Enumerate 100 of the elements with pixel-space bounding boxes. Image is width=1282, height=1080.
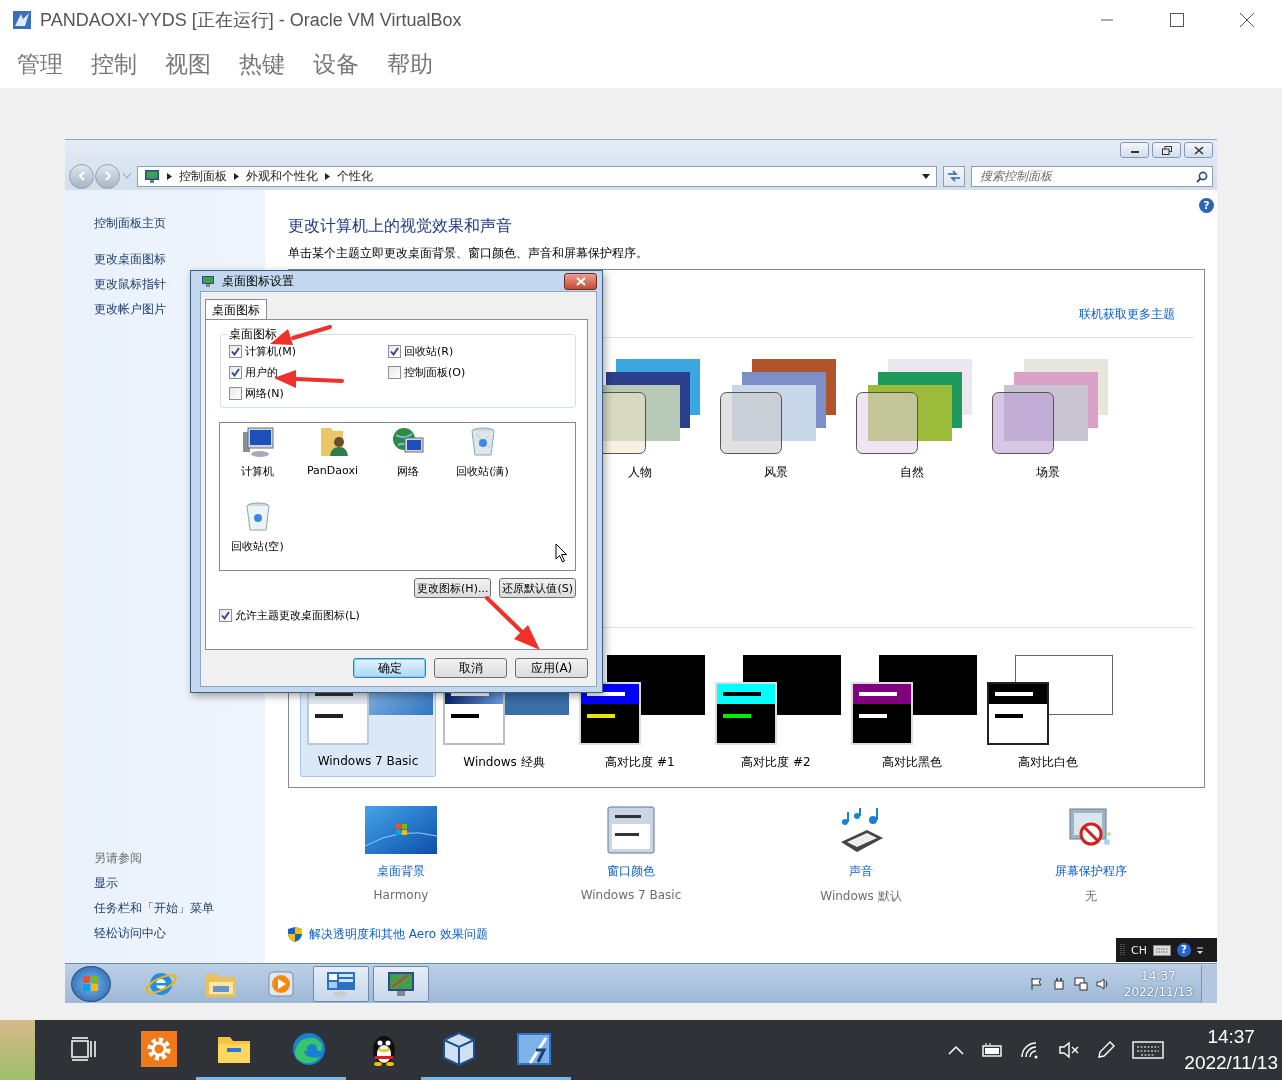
- checkbox-label[interactable]: 用户的: [245, 364, 278, 380]
- clock-time[interactable]: 14:37: [1207, 1024, 1255, 1050]
- icon-label[interactable]: 回收站(空): [231, 539, 284, 554]
- menu-item[interactable]: 控制: [91, 48, 137, 80]
- theme-name: 自然: [900, 464, 924, 481]
- sidebar-link[interactable]: 任务栏和「开始」菜单: [94, 896, 265, 921]
- close-icon: [1240, 13, 1254, 27]
- checkbox[interactable]: [388, 344, 401, 358]
- search-field[interactable]: 搜索控制面板: [971, 165, 1213, 187]
- icon-label[interactable]: 网络: [396, 464, 419, 479]
- search-icon[interactable]: [1196, 170, 1208, 183]
- computer-icon[interactable]: [241, 426, 274, 458]
- dialog-button[interactable]: 确定: [353, 658, 426, 678]
- setting-value: Windows 默认: [820, 888, 902, 905]
- plug-icon[interactable]: [1051, 976, 1066, 991]
- minimize-button[interactable]: [1120, 142, 1149, 158]
- checkbox-label[interactable]: 网络(N): [245, 385, 284, 401]
- restore-button[interactable]: [1152, 142, 1181, 158]
- menu-item[interactable]: 管理: [17, 48, 63, 80]
- monitor-icon: [144, 168, 160, 184]
- theme-item[interactable]: 高对比黑色: [844, 642, 980, 777]
- gear-icon: [140, 1030, 177, 1067]
- close-button[interactable]: [564, 272, 597, 290]
- mouse-cursor-icon: [555, 543, 568, 563]
- monitor-icon: [201, 274, 215, 288]
- windows-logo-icon: [83, 975, 99, 992]
- breadcrumb[interactable]: 外观和个性化: [246, 167, 318, 185]
- theme-name: 人物: [628, 464, 652, 481]
- sidebar-link[interactable]: 更改桌面图标: [94, 247, 265, 272]
- start-button[interactable]: [71, 965, 111, 1002]
- dialog-button[interactable]: 还原默认值(S): [499, 578, 576, 598]
- address-bar[interactable]: 控制面板 外观和个性化 个性化: [137, 165, 937, 187]
- theme-name: 高对比度 #1: [605, 754, 675, 771]
- setting-link[interactable]: 屏幕保护程序: [1055, 863, 1127, 880]
- menu-item[interactable]: 热键: [239, 48, 285, 80]
- caret-icon[interactable]: [922, 173, 930, 179]
- control-panel-icon: [326, 969, 356, 998]
- icon-label[interactable]: 回收站(满): [456, 464, 509, 479]
- dialog-button[interactable]: 更改图标(H)...: [414, 578, 492, 598]
- close-icon: [1193, 145, 1204, 155]
- sidebar-link[interactable]: 显示: [94, 871, 265, 896]
- keyboard-icon[interactable]: [1152, 944, 1171, 956]
- checkbox[interactable]: [229, 344, 242, 358]
- chevron-up-icon[interactable]: [948, 1045, 965, 1055]
- cube-icon: [442, 1031, 475, 1066]
- clock-date[interactable]: 2022/11/13: [1184, 1050, 1278, 1076]
- refresh-button[interactable]: [943, 165, 965, 187]
- pen-icon[interactable]: [1096, 1040, 1117, 1060]
- checkbox[interactable]: [229, 386, 242, 400]
- sidebar-link[interactable]: 控制面板主页: [94, 211, 265, 236]
- muted-speaker-icon[interactable]: [1058, 1041, 1081, 1059]
- theme-name: 高对比黑色: [882, 754, 942, 771]
- theme-item[interactable]: 高对比白色: [980, 642, 1116, 777]
- setting-value: 无: [1085, 888, 1097, 905]
- theme-item[interactable]: 高对比度 #2: [708, 642, 844, 777]
- checkbox[interactable]: [219, 608, 232, 622]
- setting-link[interactable]: 桌面背景: [377, 863, 425, 880]
- theme-item[interactable]: 风景: [708, 359, 844, 481]
- battery-icon[interactable]: [980, 1042, 1005, 1058]
- icon-label[interactable]: 计算机: [241, 464, 274, 479]
- online-themes-link[interactable]: 联机获取更多主题: [1079, 306, 1175, 323]
- vm-window-icon: [515, 1031, 552, 1066]
- help-button[interactable]: ?: [1176, 943, 1191, 957]
- dialog-button[interactable]: 取消: [434, 658, 507, 678]
- checkbox-label[interactable]: 控制面板(O): [404, 364, 466, 380]
- speaker-icon[interactable]: [1095, 976, 1110, 991]
- wallpaper-icon[interactable]: [365, 805, 437, 855]
- icon-label[interactable]: PanDaoxi: [307, 464, 358, 477]
- chevron-icon[interactable]: [325, 172, 330, 180]
- help-button[interactable]: ?: [1199, 198, 1214, 213]
- close-button[interactable]: [1184, 142, 1213, 158]
- network-icon[interactable]: [1073, 976, 1088, 991]
- chevron-icon[interactable]: [167, 172, 172, 180]
- troubleshoot-link[interactable]: 解决透明度和其他 Aero 效果问题: [309, 926, 489, 943]
- menu-item[interactable]: 帮助: [387, 48, 433, 80]
- caret-icon[interactable]: [1196, 945, 1203, 955]
- breadcrumb[interactable]: 控制面板: [179, 167, 227, 185]
- checkbox[interactable]: [229, 365, 242, 379]
- theme-item[interactable]: 场景: [980, 359, 1116, 481]
- breadcrumb[interactable]: 个性化: [337, 167, 373, 185]
- setting-link[interactable]: 声音: [849, 863, 873, 880]
- taskbar-button[interactable]: [373, 965, 429, 1002]
- checkbox-label[interactable]: 回收站(R): [404, 343, 454, 359]
- language-indicator[interactable]: CH: [1131, 943, 1147, 957]
- grip-icon[interactable]: [1120, 943, 1125, 957]
- checkbox[interactable]: [388, 365, 401, 379]
- dialog-button[interactable]: 应用(A): [515, 658, 588, 678]
- theme-item[interactable]: 自然: [844, 359, 980, 481]
- chevron-icon[interactable]: [234, 172, 239, 180]
- setting-link[interactable]: 窗口颜色: [607, 863, 655, 880]
- tab[interactable]: 桌面图标: [205, 299, 267, 319]
- checkbox-label[interactable]: 计算机(M): [245, 343, 297, 359]
- checkbox-label[interactable]: 允许主题更改桌面图标(L): [235, 607, 360, 623]
- app-logo-icon: [12, 10, 32, 30]
- window-icon[interactable]: [607, 805, 655, 855]
- flag-icon[interactable]: [1029, 976, 1044, 991]
- theme-name: Windows 7 Basic: [317, 754, 419, 768]
- menu-item[interactable]: 设备: [313, 48, 359, 80]
- menu-item[interactable]: 视图: [165, 48, 211, 80]
- sidebar-link[interactable]: 轻松访问中心: [94, 921, 265, 946]
